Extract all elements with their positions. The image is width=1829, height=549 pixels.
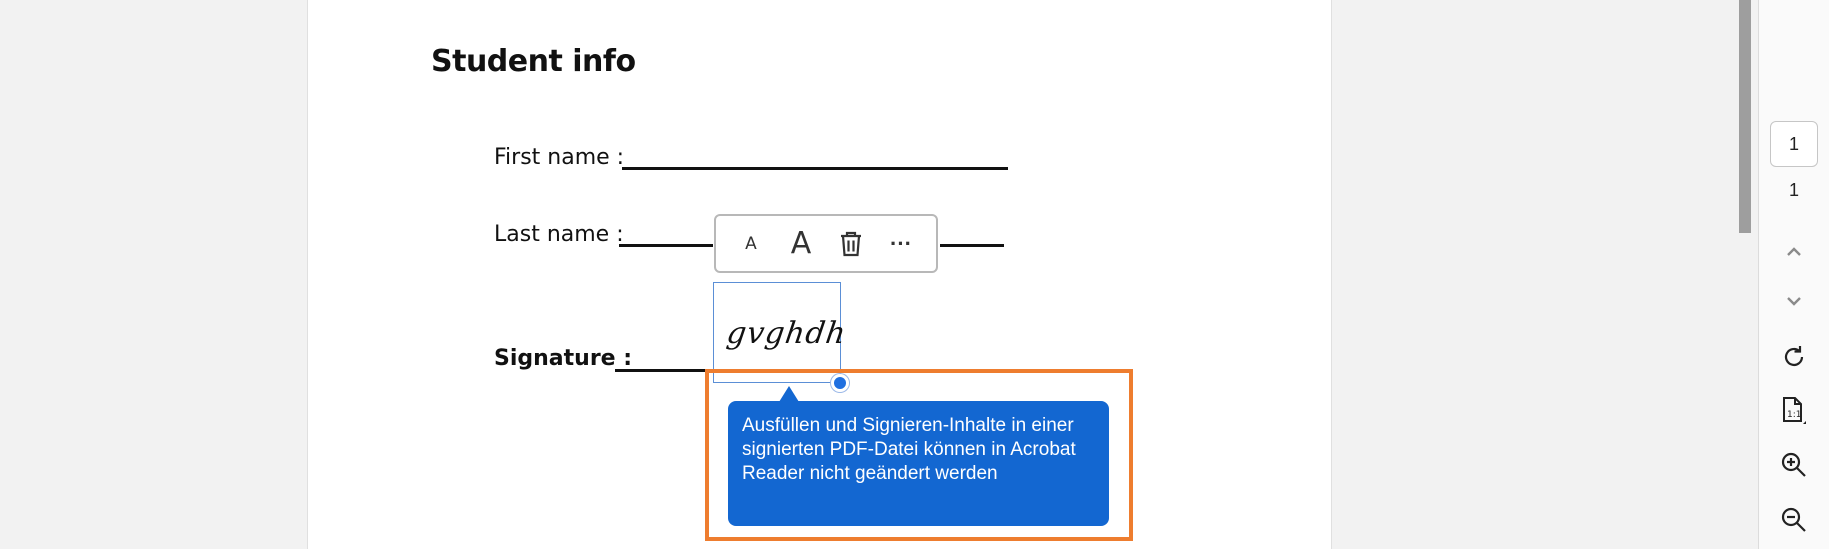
signature-text: gvghdh — [724, 316, 849, 351]
first-name-line[interactable] — [622, 167, 1008, 170]
last-name-line-right[interactable] — [940, 244, 1004, 247]
next-page-button[interactable] — [1772, 281, 1816, 321]
chevron-up-icon — [1787, 247, 1801, 256]
more-options-button[interactable]: ··· — [881, 224, 921, 264]
rotate-icon — [1784, 346, 1804, 366]
total-pages: 1 — [1788, 180, 1799, 200]
zoom-out-button[interactable] — [1772, 500, 1816, 540]
delete-button[interactable] — [831, 224, 871, 264]
resize-handle[interactable] — [831, 374, 849, 392]
chevron-down-icon — [1787, 297, 1801, 306]
current-page-input[interactable]: 1 — [1770, 121, 1818, 167]
rotate-button[interactable] — [1772, 337, 1816, 377]
signature-label: Signature : — [494, 346, 633, 371]
fill-sign-toolbar: A A ··· — [714, 214, 938, 273]
last-name-line-left[interactable] — [619, 244, 713, 247]
zoom-in-icon — [1781, 452, 1806, 477]
signature-line[interactable] — [615, 369, 713, 372]
info-tooltip: Ausfüllen und Signieren-Inhalte in einer… — [728, 401, 1109, 526]
decrease-text-size-button[interactable]: A — [731, 224, 771, 264]
previous-page-button[interactable] — [1772, 232, 1816, 272]
zoom-out-icon — [1781, 507, 1806, 532]
actual-size-button[interactable]: 1:1 — [1772, 390, 1816, 430]
actual-size-icon: 1:1 — [1783, 397, 1806, 424]
trash-icon — [841, 231, 861, 256]
first-name-label: First name : — [494, 145, 625, 170]
svg-text:1:1: 1:1 — [1787, 410, 1801, 420]
last-name-label: Last name : — [494, 222, 624, 247]
increase-text-size-button[interactable]: A — [781, 224, 821, 264]
zoom-in-button[interactable] — [1772, 445, 1816, 485]
scrollbar-thumb[interactable] — [1739, 0, 1751, 233]
tooltip-arrow — [779, 386, 799, 402]
page-heading: Student info — [431, 44, 636, 79]
